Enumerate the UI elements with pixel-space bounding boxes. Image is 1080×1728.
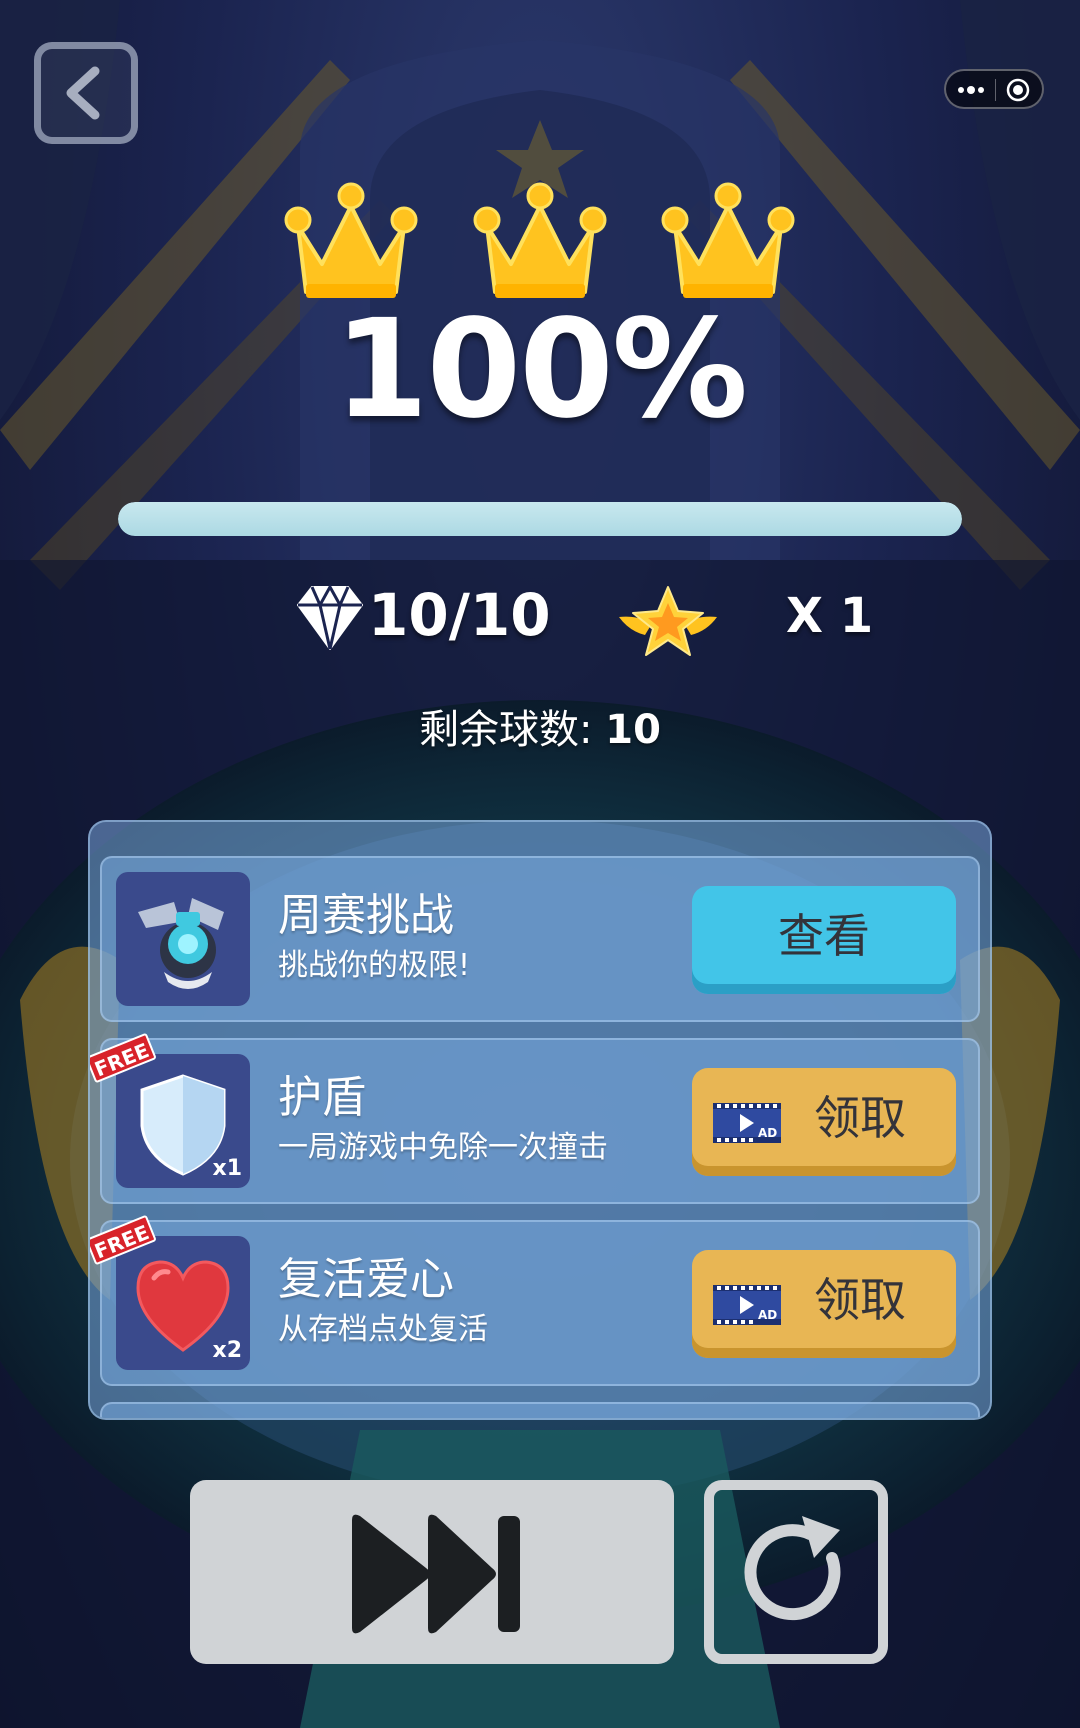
shield-icon-box: x1: [116, 1054, 250, 1188]
weekly-challenge-icon-box: [116, 872, 250, 1006]
claim-heart-button[interactable]: AD 领取: [692, 1250, 956, 1358]
fast-forward-icon: [352, 1514, 520, 1634]
crown-icon: [284, 182, 418, 298]
heart-icon-box: x2: [116, 1236, 250, 1370]
svg-text:AD: AD: [758, 1308, 777, 1322]
chevron-left-icon: [66, 66, 100, 120]
game-result-screen: 100% 10/10 X 1 剩余球数: 10 周赛挑战 挑战你的极限! 查看 …: [0, 0, 1080, 1728]
reward-row-hidden: [100, 1402, 980, 1418]
mini-program-capsule: [944, 69, 1044, 109]
heart-quantity: x2: [212, 1338, 243, 1363]
balls-remaining-label: 剩余球数:: [419, 707, 606, 753]
more-icon[interactable]: [956, 79, 986, 101]
claim-button-label: 领取: [814, 1273, 906, 1327]
skip-level-button[interactable]: [190, 1480, 674, 1664]
restart-icon: [744, 1516, 841, 1621]
reward-row-shield: x1 FREE 护盾 一局游戏中免除一次撞击 AD 领取: [90, 1032, 980, 1204]
shield-quantity: x1: [212, 1156, 243, 1181]
reward-row-revive-heart: x2 FREE 复活爱心 从存档点处复活 AD 领取: [90, 1214, 980, 1386]
back-button[interactable]: [34, 42, 138, 144]
view-button-label: 查看: [778, 909, 870, 963]
view-button[interactable]: 查看: [692, 886, 956, 994]
claim-shield-button[interactable]: AD 领取: [692, 1068, 956, 1176]
restart-button[interactable]: [704, 1480, 888, 1664]
reward-subtitle: 从存档点处复活: [278, 1312, 488, 1347]
close-target-icon[interactable]: [1006, 78, 1030, 102]
capsule-divider: [995, 79, 996, 101]
gem-count: 10/10: [368, 581, 551, 649]
reward-subtitle: 一局游戏中免除一次撞击: [278, 1130, 608, 1165]
reward-title: 复活爱心: [278, 1254, 454, 1305]
reward-title: 周赛挑战: [278, 890, 454, 941]
balls-remaining: 剩余球数: 10: [300, 702, 780, 758]
crown-icon: [661, 182, 795, 298]
robot-icon: [138, 898, 224, 989]
reward-title: 护盾: [278, 1072, 366, 1123]
progress-bar: [118, 502, 962, 536]
star-multiplier: X 1: [786, 588, 874, 644]
video-ad-icon: AD: [713, 1285, 781, 1325]
progress-fill: [118, 502, 962, 536]
balls-remaining-value: 10: [605, 707, 661, 753]
svg-text:AD: AD: [758, 1126, 777, 1140]
crown-icon: [473, 182, 607, 298]
claim-button-label: 领取: [814, 1091, 906, 1145]
winged-star-icon: [619, 586, 717, 656]
video-ad-icon: AD: [713, 1103, 781, 1143]
completion-percent: 100%: [333, 291, 748, 449]
rewards-panel: 周赛挑战 挑战你的极限! 查看 x1 FREE 护盾 一局游戏中免除一次撞击 A…: [88, 820, 992, 1420]
reward-subtitle: 挑战你的极限!: [278, 948, 471, 983]
diamond-icon: [297, 583, 363, 650]
reward-row-weekly-challenge: 周赛挑战 挑战你的极限! 查看: [100, 856, 980, 1022]
